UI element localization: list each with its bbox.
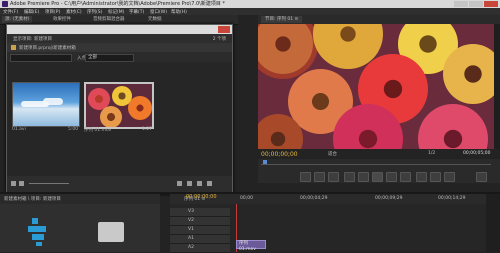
minimize-button[interactable] — [454, 1, 468, 7]
project-path-row: 新建项目.prproj\新建素材箱 — [7, 43, 232, 52]
ruler-line — [261, 164, 491, 165]
ruler-label: 00;00;09;29 — [375, 196, 403, 201]
resolution-select[interactable]: 1/2 — [428, 151, 435, 156]
lift-button[interactable] — [416, 172, 427, 182]
project-thumbnail-area: 01.avi 5:00 序列 01.mov 1:27 — [7, 62, 232, 176]
program-monitor-tabs: 节目: 序列 01 ≡ — [258, 15, 500, 24]
project-header: 显示项目: 新建项目 2 个项 — [7, 34, 232, 43]
menu-bar: 文件(F) 编辑(E) 项目(P) 素材(C) 序列(S) 标记(M) 字幕(T… — [0, 8, 500, 15]
step-back-button[interactable] — [358, 172, 369, 182]
find-icon[interactable] — [177, 181, 182, 186]
close-button[interactable] — [484, 1, 498, 7]
track-header-v3[interactable]: V3 — [170, 208, 230, 217]
folder-icon — [11, 45, 16, 50]
tab-program[interactable]: 节目: 序列 01 ≡ — [261, 16, 303, 23]
flower-shape — [443, 44, 494, 104]
timeline-side-scroll[interactable] — [486, 194, 500, 252]
project-filter-row: 入点: 全部 — [7, 52, 232, 62]
play-button[interactable] — [372, 172, 383, 182]
clip-thumbnail-flowers[interactable] — [84, 82, 154, 129]
monitor-ruler[interactable] — [258, 159, 500, 169]
popup-close-button[interactable] — [218, 26, 230, 33]
timeline-clip[interactable]: 序列 01.mov — [236, 240, 266, 252]
premiere-app-icon — [2, 1, 8, 7]
track-header-v1[interactable]: V1 — [170, 226, 230, 235]
tab-effect-controls[interactable]: 效果控件 — [50, 16, 74, 23]
item-count: 2 个项 — [212, 37, 226, 42]
monitor-scrollbar[interactable] — [494, 24, 500, 149]
clip-name: 01.avi — [12, 127, 26, 132]
fit-select[interactable]: 适合 — [328, 151, 337, 157]
window-title-bar: Adobe Premiere Pro - C:\用户\Administrator… — [0, 0, 500, 8]
add-marker-button[interactable] — [300, 172, 311, 182]
track-header-v2[interactable]: V2 — [170, 217, 230, 226]
search-input[interactable] — [10, 54, 72, 62]
block-shape — [32, 234, 44, 240]
media-bin-tab: 新建素材箱 \ 项目: 新建项目 — [0, 194, 160, 204]
playhead-timecode[interactable]: 00;00;00;00 — [261, 151, 298, 158]
step-forward-button[interactable] — [386, 172, 397, 182]
tab-source[interactable]: 源: (无素材) — [2, 16, 33, 23]
window-title: Adobe Premiere Pro - C:\用户\Administrator… — [10, 1, 225, 7]
block-shape — [36, 242, 42, 246]
in-select[interactable]: 全部 — [85, 54, 134, 62]
clip-name: 序列 01.mov — [84, 128, 112, 133]
ruler-label: 00;00;14;29 — [438, 196, 466, 201]
new-item-icon[interactable] — [197, 181, 202, 186]
cloud-shape — [43, 98, 63, 105]
track-header-a1[interactable]: A1 — [170, 235, 230, 244]
project-name: 显示项目: 新建项目 — [13, 37, 52, 42]
popup-title-bar — [7, 25, 232, 34]
tab-metadata[interactable]: 元数据 — [145, 16, 165, 23]
ruler-label: 00;00;04;29 — [300, 196, 328, 201]
mark-in-button[interactable] — [314, 172, 325, 182]
zoom-slider[interactable] — [29, 183, 69, 184]
extract-button[interactable] — [430, 172, 441, 182]
media-bin-panel — [0, 204, 160, 252]
flower-shape — [128, 96, 152, 120]
tab-audio-mixer[interactable]: 音频剪辑混合器 — [90, 16, 128, 23]
sequence-item-icon[interactable] — [28, 218, 48, 246]
block-shape — [32, 218, 38, 224]
program-video-frame — [258, 24, 494, 149]
project-path: 新建项目.prproj\新建素材箱 — [19, 46, 76, 51]
flower-shape — [100, 106, 122, 127]
list-view-icon[interactable] — [11, 181, 16, 186]
clip-thumbnail-sky[interactable] — [12, 82, 80, 127]
project-bottom-toolbar — [7, 176, 232, 193]
trash-icon[interactable] — [207, 181, 212, 186]
window-controls — [454, 1, 498, 7]
project-popup-window: 显示项目: 新建项目 2 个项 新建项目.prproj\新建素材箱 入点: 全部… — [6, 24, 233, 194]
export-frame-button[interactable] — [444, 172, 455, 182]
media-bin-label[interactable]: 新建素材箱 \ 项目: 新建项目 — [4, 196, 61, 202]
bin-folder-icon[interactable] — [98, 222, 124, 242]
flower-shape — [418, 104, 488, 149]
clip-duration: 1:27 — [142, 127, 153, 132]
duration-timecode: 00;00;05;00 — [463, 151, 491, 156]
clip-duration: 5:00 — [68, 127, 79, 132]
go-to-out-button[interactable] — [400, 172, 411, 182]
block-shape — [28, 226, 46, 232]
playhead-marker[interactable] — [263, 160, 267, 164]
mark-out-button[interactable] — [328, 172, 339, 182]
new-bin-icon[interactable] — [187, 181, 192, 186]
monitor-time-row: 00;00;00;00 适合 1/2 00;00;05;00 — [258, 149, 500, 159]
maximize-button[interactable] — [469, 1, 483, 7]
transport-controls — [258, 169, 500, 183]
timeline-tab: 序列 01 ≡ 00;00 00;00;04;29 00;00;09;29 00… — [170, 194, 500, 204]
timeline-panel: 00;00;00;00 V3 V2 V1 A1 A2 序列 01.mov — [170, 194, 500, 253]
timeline-timecode[interactable]: 00;00;00;00 — [186, 194, 217, 200]
icon-view-icon[interactable] — [19, 181, 24, 186]
button-editor-plus[interactable] — [476, 172, 487, 182]
go-to-in-button[interactable] — [344, 172, 355, 182]
ruler-label: 00;00 — [240, 196, 253, 201]
